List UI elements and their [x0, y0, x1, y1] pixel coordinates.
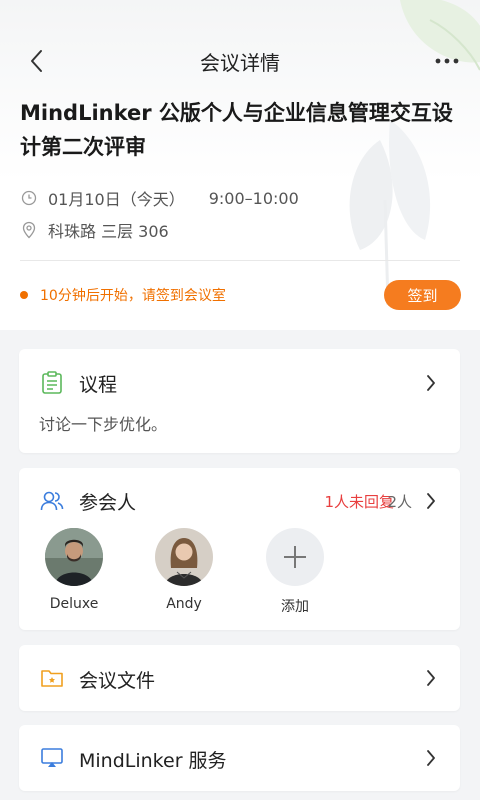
mindlinker-service-card[interactable]: MindLinker 服务	[19, 725, 460, 791]
meeting-time: 9:00–10:00	[208, 188, 299, 208]
location-pin-icon	[20, 221, 38, 239]
meeting-files-card[interactable]: 会议文件	[19, 645, 460, 711]
agenda-card[interactable]: 议程 讨论一下步优化。	[19, 349, 460, 453]
attendee-item[interactable]: Andy	[144, 528, 224, 612]
meeting-location-row: 科珠路 三层 306	[20, 218, 169, 242]
agenda-header: 议程	[19, 349, 460, 417]
plus-icon	[284, 546, 306, 568]
screen-share-icon	[40, 746, 64, 770]
add-attendee-item[interactable]: 添加	[255, 528, 335, 616]
attendee-name: Andy	[166, 596, 202, 612]
agenda-title: 议程	[79, 374, 118, 396]
folder-icon	[40, 666, 64, 690]
attendee-list: Deluxe Andy 添加	[19, 528, 460, 618]
divider	[20, 260, 460, 261]
chevron-right-icon	[424, 668, 438, 688]
people-icon	[40, 489, 64, 513]
meeting-files-title: 会议文件	[79, 670, 156, 692]
check-in-button[interactable]: 签到	[384, 280, 461, 310]
mindlinker-service-title: MindLinker 服务	[79, 750, 227, 772]
meeting-header-area: 会议详情 MindLinker 公版个人与企业信息管理交互设计第二次评审 01月…	[0, 0, 480, 330]
attendees-title: 参会人	[79, 492, 137, 514]
notice-dot-icon	[20, 291, 28, 299]
meeting-date: 01月10日（今天）	[48, 190, 185, 209]
more-button[interactable]	[432, 46, 462, 76]
attendee-item[interactable]: Deluxe	[34, 528, 114, 612]
clock-icon	[20, 189, 38, 207]
attendees-card: 参会人 1人未回复 2人 Deluxe Andy 添加	[19, 468, 460, 630]
notice-text: 10分钟后开始，请签到会议室	[40, 288, 226, 304]
chevron-right-icon	[424, 491, 438, 511]
chevron-right-icon	[424, 373, 438, 393]
attendees-header[interactable]: 参会人 1人未回复 2人	[19, 468, 460, 534]
attendee-count: 2人	[387, 493, 412, 511]
meeting-location: 科珠路 三层 306	[48, 222, 169, 241]
avatar	[155, 528, 213, 586]
more-horizontal-icon	[435, 58, 459, 64]
checkin-notice: 10分钟后开始，请签到会议室	[20, 285, 226, 305]
page-title: 会议详情	[200, 51, 280, 75]
meeting-title: MindLinker 公版个人与企业信息管理交互设计第二次评审	[20, 101, 453, 159]
agenda-description: 讨论一下步优化。	[39, 415, 168, 434]
meeting-time-row: 01月10日（今天） 9:00–10:00	[20, 186, 299, 210]
chevron-right-icon	[424, 748, 438, 768]
unreplied-count: 1人未回复	[324, 493, 394, 511]
attendee-name: Deluxe	[49, 596, 99, 612]
clipboard-icon	[40, 371, 64, 395]
avatar	[45, 528, 103, 586]
add-attendee-button[interactable]	[266, 528, 324, 586]
add-attendee-label: 添加	[281, 599, 309, 615]
